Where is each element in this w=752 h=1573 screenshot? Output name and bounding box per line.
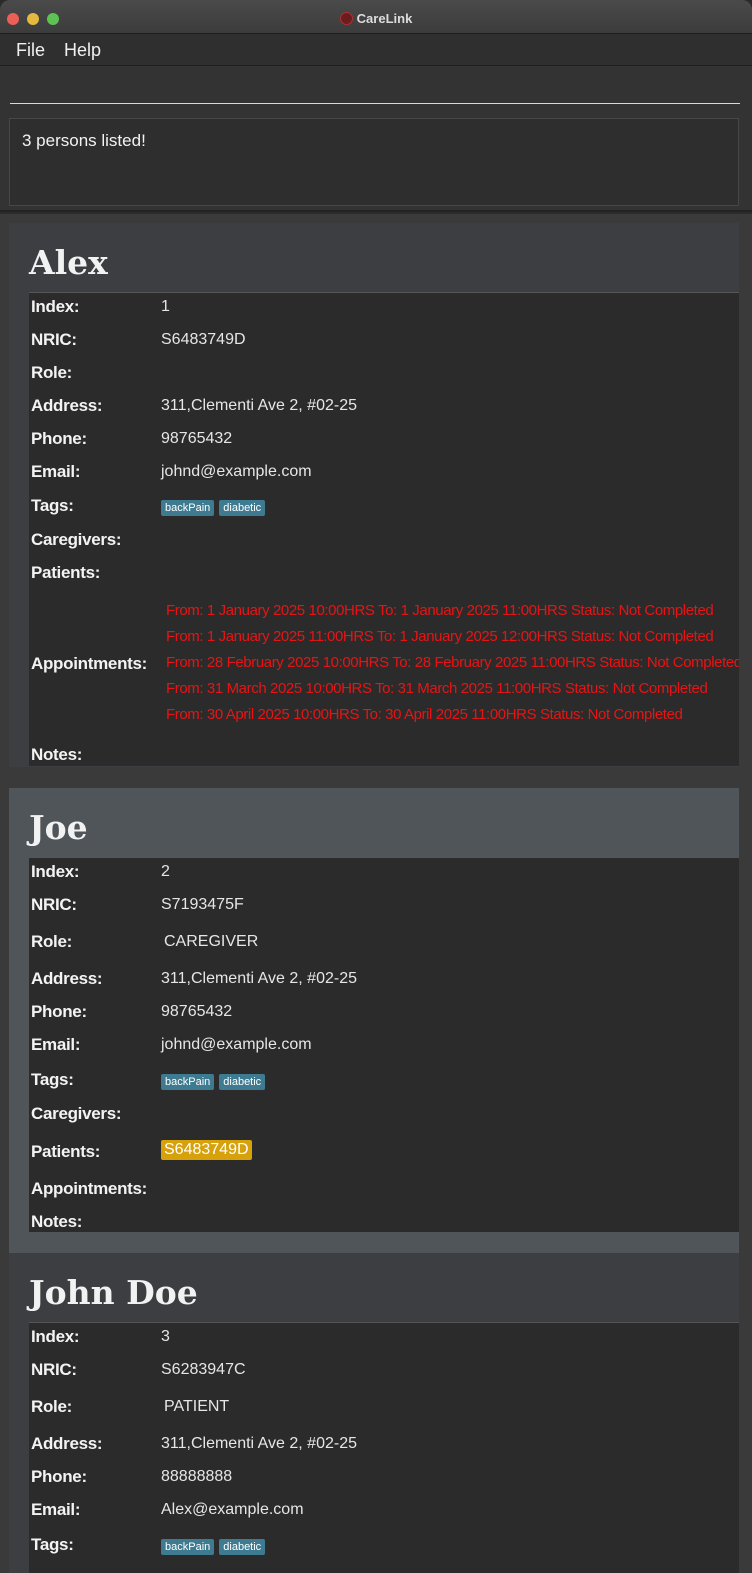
role-label: Role: (31, 363, 73, 382)
email-label: Email: (31, 462, 81, 481)
patients-list: S6483749D (161, 1140, 252, 1160)
phone-value: 98765432 (161, 1003, 233, 1020)
patients-label: Patients: (31, 563, 101, 582)
phone-label: Phone: (31, 429, 87, 448)
index-value: 1 (161, 298, 170, 315)
result-display-area: 3 persons listed! (0, 112, 752, 212)
appointments-label: Appointments: (31, 654, 148, 673)
tags-label: Tags: (31, 496, 74, 515)
address-value: 311,Clementi Ave 2, #02-25 (161, 970, 357, 987)
caregivers-label: Caregivers: (31, 530, 122, 549)
nric-value: S6483749D (161, 331, 246, 348)
appointment-item: From: 30 April 2025 10:00HRS To: 30 Apri… (166, 706, 683, 723)
nric-value: S7193475F (161, 896, 244, 913)
email-value: Alex@example.com (161, 1501, 304, 1518)
address-value: 311,Clementi Ave 2, #02-25 (161, 1435, 357, 1452)
index-label: Index: (31, 862, 80, 881)
result-display: 3 persons listed! (9, 118, 739, 206)
nric-label: NRIC: (31, 1360, 77, 1379)
person-details: Index: 2 NRIC: S7193475F Role: CAREGIVER… (29, 857, 739, 1232)
role-value: CAREGIVER (164, 933, 259, 950)
index-value: 2 (161, 863, 170, 880)
appointment-item: From: 1 January 2025 11:00HRS To: 1 Janu… (166, 628, 714, 645)
tag-chip: backPain (161, 500, 215, 516)
email-value: johnd@example.com (161, 1036, 312, 1053)
appointments-list: From: 1 January 2025 10:00HRS To: 1 Janu… (166, 598, 739, 728)
phone-value: 98765432 (161, 430, 233, 447)
tags-label: Tags: (31, 1070, 74, 1089)
window-titlebar: CareLink (0, 0, 752, 34)
patients-label: Patients: (31, 1142, 101, 1161)
address-value: 311,Clementi Ave 2, #02-25 (161, 397, 357, 414)
role-label: Role: (31, 932, 73, 951)
address-label: Address: (31, 1434, 103, 1453)
person-details: Index: 1 NRIC: S6483749D Role: Address: … (29, 292, 739, 766)
address-label: Address: (31, 969, 103, 988)
nric-value: S6283947C (161, 1361, 246, 1378)
tag-chip: backPain (161, 1539, 215, 1555)
tag-chip: diabetic (219, 1074, 266, 1090)
appointments-label: Appointments: (31, 1179, 148, 1198)
menu-bar: File Help (0, 34, 752, 66)
nric-label: NRIC: (31, 895, 77, 914)
patient-chip: S6483749D (161, 1140, 252, 1160)
nric-label: NRIC: (31, 330, 77, 349)
address-label: Address: (31, 396, 103, 415)
index-label: Index: (31, 1327, 80, 1346)
appointment-item: From: 28 February 2025 10:00HRS To: 28 F… (166, 654, 739, 671)
result-message: 3 persons listed! (22, 131, 146, 150)
tags-label: Tags: (31, 1535, 74, 1554)
person-list[interactable]: Alex Index: 1 NRIC: S6483749D Role: Addr… (0, 214, 752, 1573)
appointment-item: From: 1 January 2025 10:00HRS To: 1 Janu… (166, 602, 714, 619)
command-box (0, 66, 752, 112)
phone-value: 88888888 (161, 1468, 233, 1485)
app-logo-icon (339, 12, 353, 25)
window-title-group: CareLink (0, 11, 752, 26)
person-name: Alex (29, 243, 108, 282)
email-label: Email: (31, 1035, 81, 1054)
phone-label: Phone: (31, 1467, 87, 1486)
phone-label: Phone: (31, 1002, 87, 1021)
notes-label: Notes: (31, 1212, 83, 1231)
index-label: Index: (31, 297, 80, 316)
menu-file[interactable]: File (16, 40, 45, 61)
person-name: John Doe (29, 1273, 198, 1312)
person-details: Index: 3 NRIC: S6283947C Role: PATIENT A… (29, 1322, 739, 1573)
tags-list: backPain diabetic (161, 498, 270, 516)
person-card-selected[interactable]: Joe Index: 2 NRIC: S7193475F Role: CAREG… (9, 788, 739, 1253)
role-value: PATIENT (164, 1398, 230, 1415)
menu-help[interactable]: Help (64, 40, 101, 61)
tags-list: backPain diabetic (161, 1537, 270, 1555)
window-title: CareLink (356, 11, 413, 26)
tag-chip: diabetic (219, 500, 266, 516)
person-card[interactable]: Alex Index: 1 NRIC: S6483749D Role: Addr… (9, 223, 739, 767)
role-label: Role: (31, 1397, 73, 1416)
email-value: johnd@example.com (161, 463, 312, 480)
tags-list: backPain diabetic (161, 1072, 270, 1090)
person-name: Joe (29, 808, 88, 847)
caregivers-label: Caregivers: (31, 1104, 122, 1123)
command-input[interactable] (10, 74, 740, 104)
email-label: Email: (31, 1500, 81, 1519)
notes-label: Notes: (31, 745, 83, 764)
index-value: 3 (161, 1328, 170, 1345)
tag-chip: backPain (161, 1074, 215, 1090)
tag-chip: diabetic (219, 1539, 266, 1555)
appointment-item: From: 31 March 2025 10:00HRS To: 31 Marc… (166, 680, 708, 697)
person-card[interactable]: John Doe Index: 3 NRIC: S6283947C Role: … (9, 1253, 739, 1573)
